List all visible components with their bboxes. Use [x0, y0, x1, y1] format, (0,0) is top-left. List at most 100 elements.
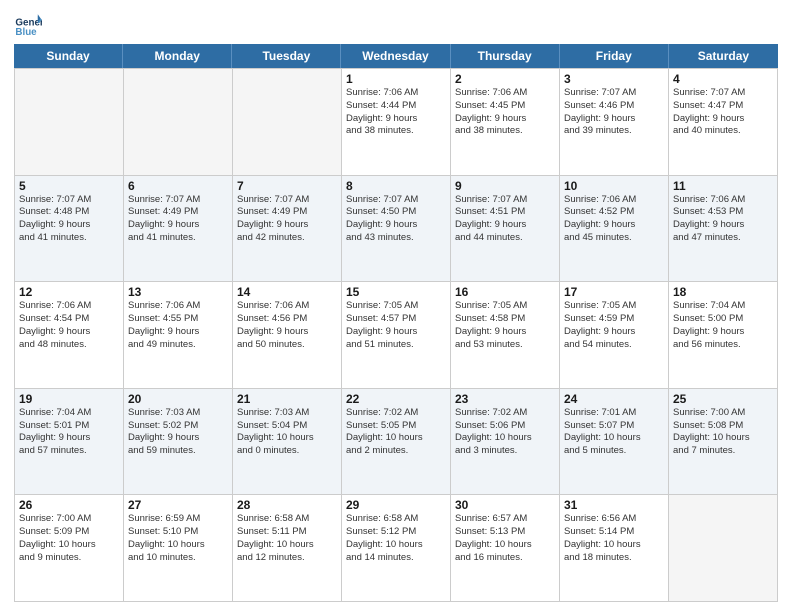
day-info: Sunrise: 7:06 AM Sunset: 4:56 PM Dayligh… — [237, 300, 337, 351]
day-number: 19 — [19, 392, 119, 406]
calendar-day — [669, 495, 778, 601]
calendar-week: 12Sunrise: 7:06 AM Sunset: 4:54 PM Dayli… — [15, 282, 778, 389]
calendar-day: 30Sunrise: 6:57 AM Sunset: 5:13 PM Dayli… — [451, 495, 560, 601]
day-info: Sunrise: 7:04 AM Sunset: 5:01 PM Dayligh… — [19, 407, 119, 458]
day-info: Sunrise: 7:07 AM Sunset: 4:46 PM Dayligh… — [564, 87, 664, 138]
day-number: 22 — [346, 392, 446, 406]
calendar-day: 24Sunrise: 7:01 AM Sunset: 5:07 PM Dayli… — [560, 389, 669, 495]
day-info: Sunrise: 6:56 AM Sunset: 5:14 PM Dayligh… — [564, 513, 664, 564]
calendar-day: 17Sunrise: 7:05 AM Sunset: 4:59 PM Dayli… — [560, 282, 669, 388]
day-info: Sunrise: 7:05 AM Sunset: 4:59 PM Dayligh… — [564, 300, 664, 351]
day-number: 11 — [673, 179, 773, 193]
day-info: Sunrise: 7:06 AM Sunset: 4:53 PM Dayligh… — [673, 194, 773, 245]
day-info: Sunrise: 7:05 AM Sunset: 4:58 PM Dayligh… — [455, 300, 555, 351]
calendar-day: 18Sunrise: 7:04 AM Sunset: 5:00 PM Dayli… — [669, 282, 778, 388]
day-number: 29 — [346, 498, 446, 512]
day-number: 14 — [237, 285, 337, 299]
weekday-header: Thursday — [451, 44, 560, 68]
day-number: 8 — [346, 179, 446, 193]
weekday-header: Saturday — [669, 44, 778, 68]
day-info: Sunrise: 7:07 AM Sunset: 4:47 PM Dayligh… — [673, 87, 773, 138]
day-info: Sunrise: 7:07 AM Sunset: 4:48 PM Dayligh… — [19, 194, 119, 245]
day-info: Sunrise: 7:06 AM Sunset: 4:54 PM Dayligh… — [19, 300, 119, 351]
weekday-header: Friday — [560, 44, 669, 68]
calendar-day: 15Sunrise: 7:05 AM Sunset: 4:57 PM Dayli… — [342, 282, 451, 388]
day-info: Sunrise: 7:05 AM Sunset: 4:57 PM Dayligh… — [346, 300, 446, 351]
calendar-day: 10Sunrise: 7:06 AM Sunset: 4:52 PM Dayli… — [560, 176, 669, 282]
calendar-day: 25Sunrise: 7:00 AM Sunset: 5:08 PM Dayli… — [669, 389, 778, 495]
day-number: 26 — [19, 498, 119, 512]
calendar-day: 21Sunrise: 7:03 AM Sunset: 5:04 PM Dayli… — [233, 389, 342, 495]
calendar-body: 1Sunrise: 7:06 AM Sunset: 4:44 PM Daylig… — [14, 68, 778, 602]
day-info: Sunrise: 6:58 AM Sunset: 5:11 PM Dayligh… — [237, 513, 337, 564]
day-number: 31 — [564, 498, 664, 512]
weekday-header: Tuesday — [232, 44, 341, 68]
calendar-header: SundayMondayTuesdayWednesdayThursdayFrid… — [14, 44, 778, 68]
calendar-week: 26Sunrise: 7:00 AM Sunset: 5:09 PM Dayli… — [15, 495, 778, 602]
logo-icon: General Blue — [14, 10, 42, 38]
calendar-day: 27Sunrise: 6:59 AM Sunset: 5:10 PM Dayli… — [124, 495, 233, 601]
calendar-day: 2Sunrise: 7:06 AM Sunset: 4:45 PM Daylig… — [451, 69, 560, 175]
day-info: Sunrise: 7:03 AM Sunset: 5:02 PM Dayligh… — [128, 407, 228, 458]
day-info: Sunrise: 7:02 AM Sunset: 5:06 PM Dayligh… — [455, 407, 555, 458]
day-number: 1 — [346, 72, 446, 86]
day-info: Sunrise: 6:58 AM Sunset: 5:12 PM Dayligh… — [346, 513, 446, 564]
calendar-day: 16Sunrise: 7:05 AM Sunset: 4:58 PM Dayli… — [451, 282, 560, 388]
day-info: Sunrise: 7:00 AM Sunset: 5:08 PM Dayligh… — [673, 407, 773, 458]
day-number: 20 — [128, 392, 228, 406]
day-number: 18 — [673, 285, 773, 299]
page-header: General Blue — [14, 10, 778, 38]
day-number: 15 — [346, 285, 446, 299]
calendar-day: 31Sunrise: 6:56 AM Sunset: 5:14 PM Dayli… — [560, 495, 669, 601]
day-number: 25 — [673, 392, 773, 406]
day-info: Sunrise: 6:59 AM Sunset: 5:10 PM Dayligh… — [128, 513, 228, 564]
day-number: 6 — [128, 179, 228, 193]
calendar-day: 3Sunrise: 7:07 AM Sunset: 4:46 PM Daylig… — [560, 69, 669, 175]
day-number: 23 — [455, 392, 555, 406]
day-info: Sunrise: 7:07 AM Sunset: 4:51 PM Dayligh… — [455, 194, 555, 245]
day-number: 16 — [455, 285, 555, 299]
calendar-day: 1Sunrise: 7:06 AM Sunset: 4:44 PM Daylig… — [342, 69, 451, 175]
day-number: 30 — [455, 498, 555, 512]
day-info: Sunrise: 7:02 AM Sunset: 5:05 PM Dayligh… — [346, 407, 446, 458]
day-number: 17 — [564, 285, 664, 299]
day-number: 3 — [564, 72, 664, 86]
day-info: Sunrise: 6:57 AM Sunset: 5:13 PM Dayligh… — [455, 513, 555, 564]
day-info: Sunrise: 7:01 AM Sunset: 5:07 PM Dayligh… — [564, 407, 664, 458]
day-info: Sunrise: 7:06 AM Sunset: 4:45 PM Dayligh… — [455, 87, 555, 138]
weekday-header: Wednesday — [341, 44, 450, 68]
day-number: 21 — [237, 392, 337, 406]
day-info: Sunrise: 7:07 AM Sunset: 4:49 PM Dayligh… — [128, 194, 228, 245]
calendar: SundayMondayTuesdayWednesdayThursdayFrid… — [14, 44, 778, 602]
day-number: 9 — [455, 179, 555, 193]
calendar-day — [15, 69, 124, 175]
calendar-day: 20Sunrise: 7:03 AM Sunset: 5:02 PM Dayli… — [124, 389, 233, 495]
day-info: Sunrise: 7:03 AM Sunset: 5:04 PM Dayligh… — [237, 407, 337, 458]
svg-text:Blue: Blue — [15, 27, 37, 38]
day-info: Sunrise: 7:06 AM Sunset: 4:55 PM Dayligh… — [128, 300, 228, 351]
calendar-day: 12Sunrise: 7:06 AM Sunset: 4:54 PM Dayli… — [15, 282, 124, 388]
weekday-header: Sunday — [14, 44, 123, 68]
calendar-week: 19Sunrise: 7:04 AM Sunset: 5:01 PM Dayli… — [15, 389, 778, 496]
day-number: 13 — [128, 285, 228, 299]
calendar-day: 22Sunrise: 7:02 AM Sunset: 5:05 PM Dayli… — [342, 389, 451, 495]
day-number: 28 — [237, 498, 337, 512]
calendar-day: 26Sunrise: 7:00 AM Sunset: 5:09 PM Dayli… — [15, 495, 124, 601]
day-info: Sunrise: 7:07 AM Sunset: 4:49 PM Dayligh… — [237, 194, 337, 245]
day-number: 2 — [455, 72, 555, 86]
calendar-day — [233, 69, 342, 175]
calendar-day: 14Sunrise: 7:06 AM Sunset: 4:56 PM Dayli… — [233, 282, 342, 388]
weekday-header: Monday — [123, 44, 232, 68]
calendar-week: 5Sunrise: 7:07 AM Sunset: 4:48 PM Daylig… — [15, 176, 778, 283]
day-number: 12 — [19, 285, 119, 299]
day-number: 5 — [19, 179, 119, 193]
calendar-day — [124, 69, 233, 175]
day-number: 27 — [128, 498, 228, 512]
calendar-day: 13Sunrise: 7:06 AM Sunset: 4:55 PM Dayli… — [124, 282, 233, 388]
calendar-day: 8Sunrise: 7:07 AM Sunset: 4:50 PM Daylig… — [342, 176, 451, 282]
day-info: Sunrise: 7:04 AM Sunset: 5:00 PM Dayligh… — [673, 300, 773, 351]
calendar-day: 4Sunrise: 7:07 AM Sunset: 4:47 PM Daylig… — [669, 69, 778, 175]
day-info: Sunrise: 7:06 AM Sunset: 4:52 PM Dayligh… — [564, 194, 664, 245]
day-number: 24 — [564, 392, 664, 406]
calendar-day: 7Sunrise: 7:07 AM Sunset: 4:49 PM Daylig… — [233, 176, 342, 282]
